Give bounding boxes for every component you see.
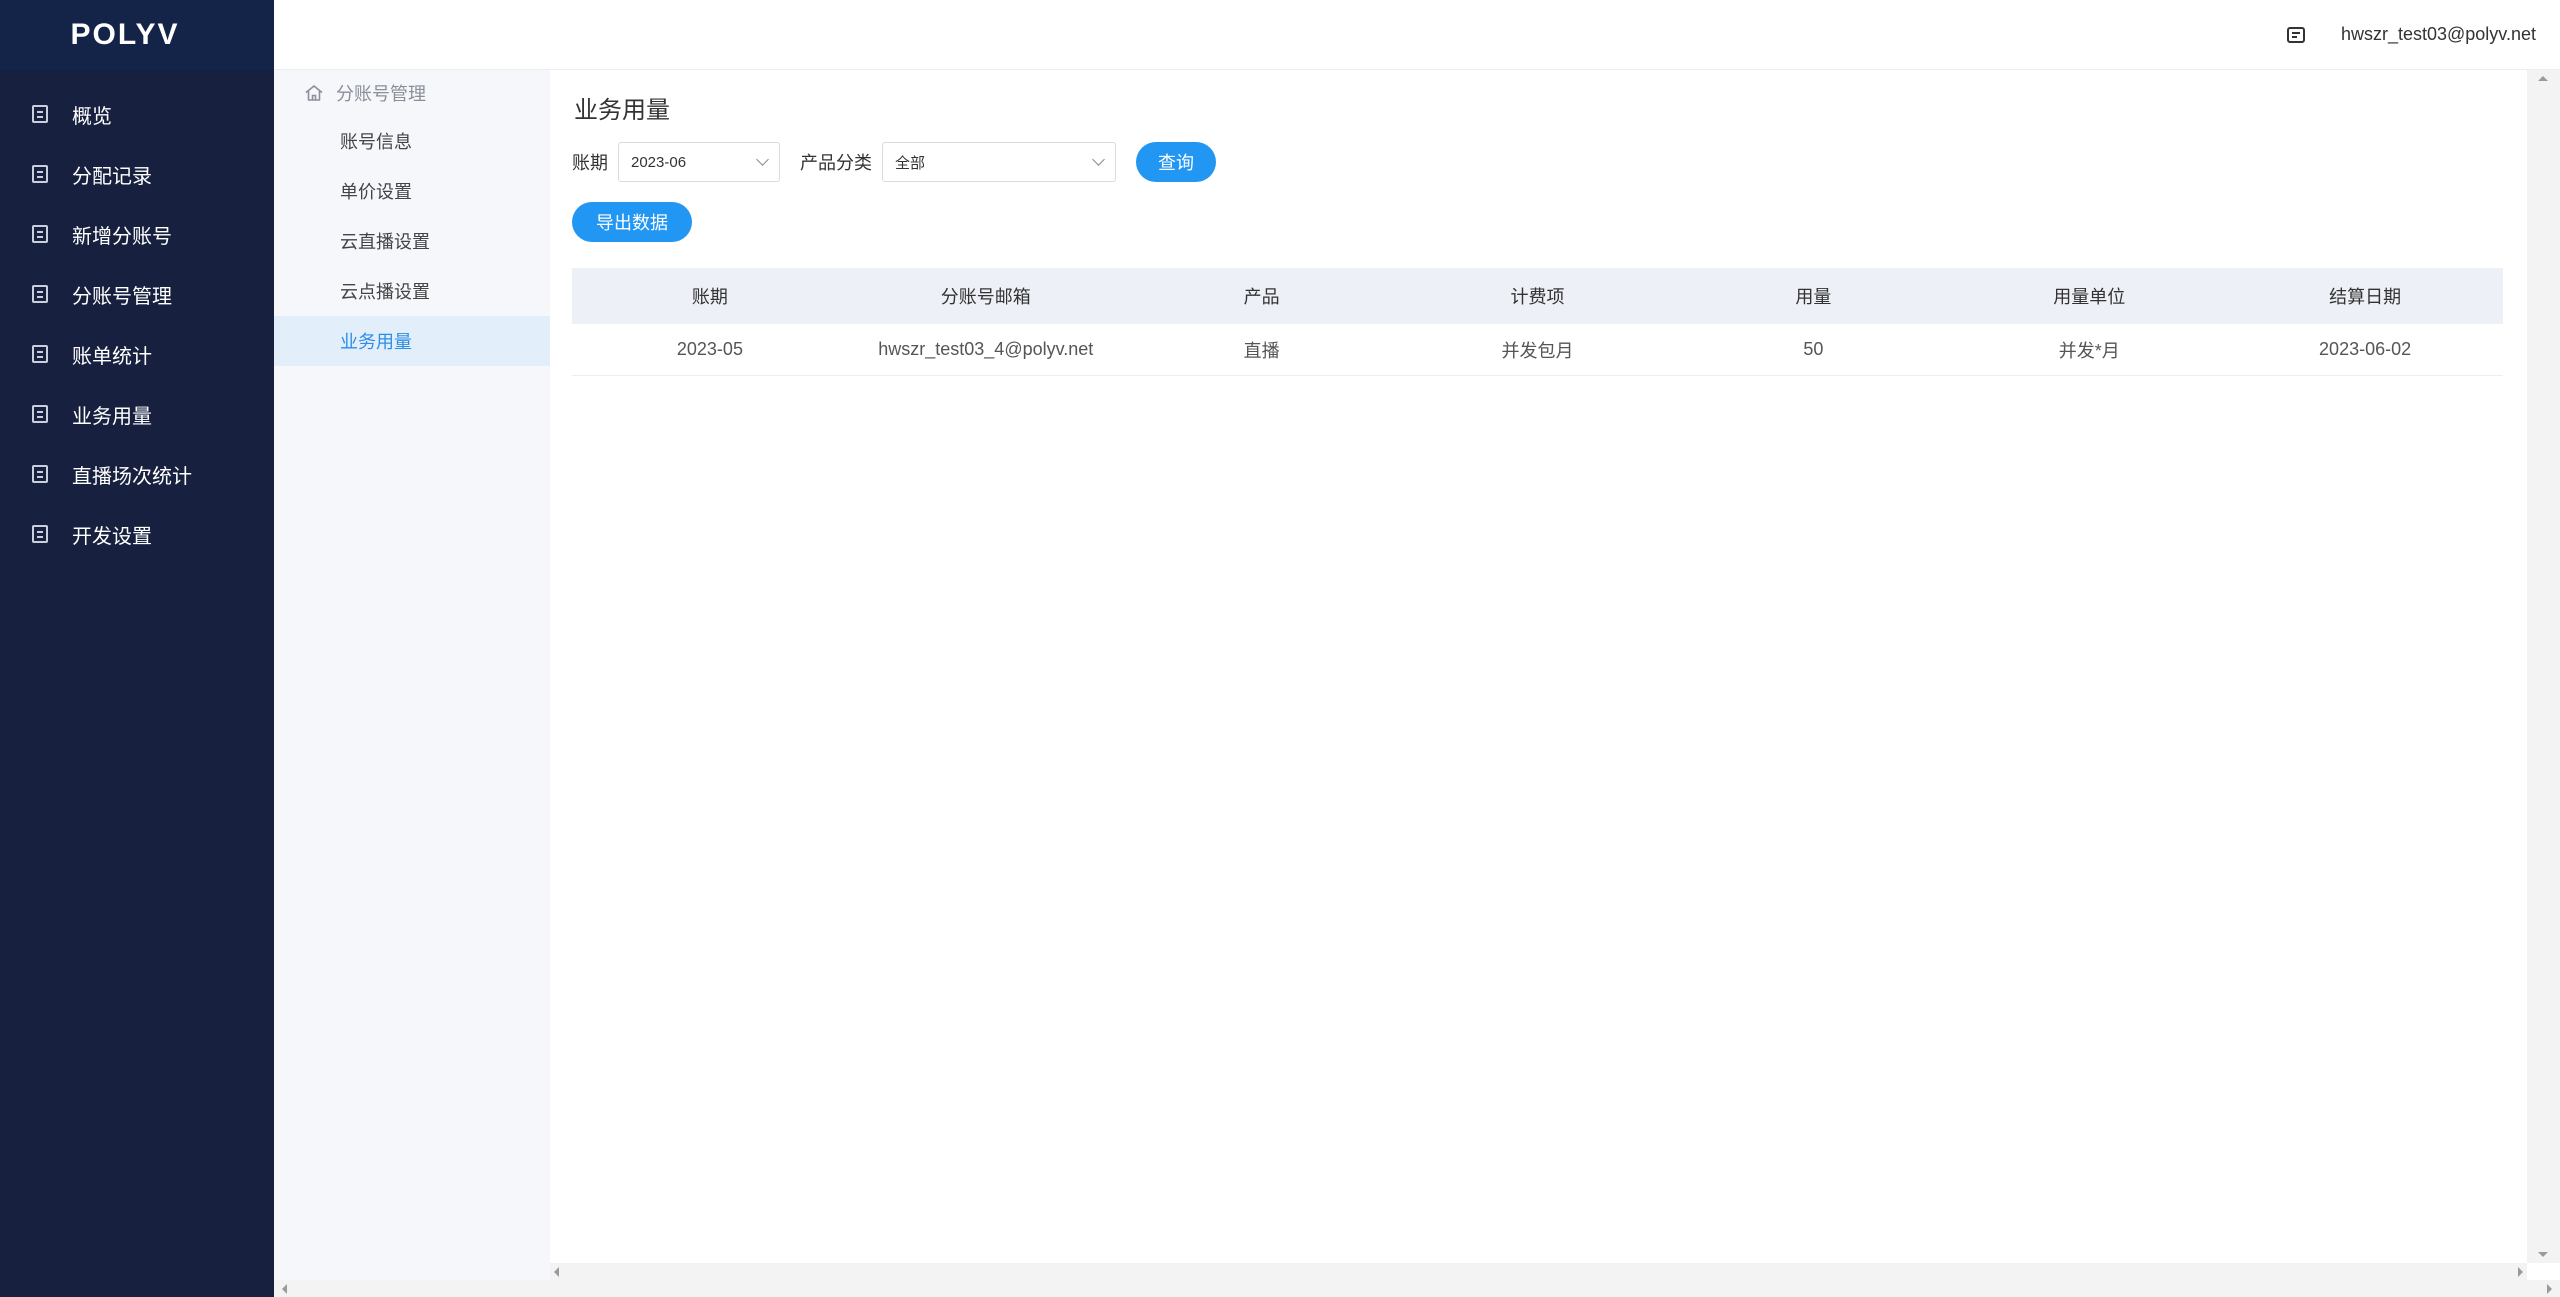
subnav-title: 分账号管理 bbox=[336, 84, 426, 104]
scroll-left-icon[interactable] bbox=[554, 1267, 559, 1277]
query-button[interactable]: 查询 bbox=[1136, 142, 1216, 182]
chevron-down-icon bbox=[756, 153, 769, 166]
category-label: 产品分类 bbox=[800, 153, 872, 173]
column-header: 结算日期 bbox=[2329, 287, 2402, 307]
document-icon bbox=[32, 165, 48, 183]
table-row: 2023-05 hwszr_test03_4@polyv.net 直播 并发包月… bbox=[572, 324, 2503, 376]
scroll-down-icon[interactable] bbox=[2538, 1252, 2548, 1257]
sidebar-item-developer-settings[interactable]: 开发设置 bbox=[0, 504, 274, 564]
message-icon[interactable] bbox=[2286, 26, 2305, 43]
sidebar-item-allocation-records[interactable]: 分配记录 bbox=[0, 144, 274, 204]
vertical-scrollbar[interactable] bbox=[2527, 70, 2560, 1263]
sidebar-item-live-session-statistics[interactable]: 直播场次统计 bbox=[0, 444, 274, 504]
page-horizontal-scrollbar[interactable] bbox=[274, 1280, 2560, 1297]
category-select[interactable]: 全部 bbox=[882, 142, 1116, 182]
sidebar-item-label: 分账号管理 bbox=[72, 285, 172, 308]
subnav-item-price-settings[interactable]: 单价设置 bbox=[274, 166, 550, 216]
scroll-left-icon[interactable] bbox=[282, 1284, 287, 1294]
document-icon bbox=[32, 525, 48, 543]
chevron-down-icon bbox=[1092, 153, 1105, 166]
sidebar-item-label: 业务用量 bbox=[72, 405, 152, 428]
subnav-item-business-usage[interactable]: 业务用量 bbox=[274, 316, 550, 366]
column-header: 用量单位 bbox=[2053, 287, 2126, 307]
table-cell: hwszr_test03_4@polyv.net bbox=[878, 339, 1094, 359]
document-icon bbox=[32, 465, 48, 483]
column-header: 产品 bbox=[1243, 287, 1280, 307]
table-cell: 2023-06-02 bbox=[2319, 339, 2412, 359]
document-icon bbox=[32, 285, 48, 303]
main-content: 业务用量 账期 2023-06 产品分类 全部 查询 导出数据 账期 分账号邮箱… bbox=[550, 70, 2527, 1263]
sidebar-item-label: 账单统计 bbox=[72, 345, 152, 368]
scroll-right-icon[interactable] bbox=[2547, 1284, 2552, 1294]
category-select-value: 全部 bbox=[895, 154, 926, 172]
sidebar-item-bill-statistics[interactable]: 账单统计 bbox=[0, 324, 274, 384]
user-email[interactable]: hwszr_test03@polyv.net bbox=[2341, 24, 2536, 45]
horizontal-scrollbar[interactable] bbox=[550, 1263, 2527, 1280]
usage-table: 账期 分账号邮箱 产品 计费项 用量 用量单位 结算日期 2023-05 hws… bbox=[572, 268, 2503, 376]
polyv-logo[interactable]: POLYV bbox=[0, 0, 274, 70]
export-data-button[interactable]: 导出数据 bbox=[572, 202, 692, 242]
document-icon bbox=[32, 225, 48, 243]
top-header: hwszr_test03@polyv.net bbox=[274, 0, 2560, 70]
sidebar-item-label: 直播场次统计 bbox=[72, 465, 192, 488]
period-select[interactable]: 2023-06 bbox=[618, 142, 780, 182]
sidebar-item-add-sub-account[interactable]: 新增分账号 bbox=[0, 204, 274, 264]
subnav-item-account-info[interactable]: 账号信息 bbox=[274, 116, 550, 166]
table-header: 账期 分账号邮箱 产品 计费项 用量 用量单位 结算日期 bbox=[572, 268, 2503, 324]
table-cell: 2023-05 bbox=[676, 339, 743, 359]
column-header: 账期 bbox=[691, 287, 728, 307]
period-label: 账期 bbox=[572, 153, 608, 173]
column-header: 分账号邮箱 bbox=[940, 287, 1031, 307]
document-icon bbox=[32, 405, 48, 423]
page-title: 业务用量 bbox=[574, 97, 670, 124]
sidebar-item-business-usage[interactable]: 业务用量 bbox=[0, 384, 274, 444]
scroll-right-icon[interactable] bbox=[2518, 1267, 2523, 1277]
home-icon bbox=[305, 85, 323, 101]
sidebar-item-label: 开发设置 bbox=[72, 525, 152, 548]
table-cell: 并发包月 bbox=[1501, 340, 1574, 361]
document-icon bbox=[32, 105, 48, 123]
filter-row: 账期 2023-06 产品分类 全部 查询 bbox=[572, 142, 1216, 182]
table-cell: 直播 bbox=[1243, 340, 1280, 361]
subnav-item-cloud-vod-settings[interactable]: 云点播设置 bbox=[274, 266, 550, 316]
subnav-item-cloud-live-settings[interactable]: 云直播设置 bbox=[274, 216, 550, 266]
sidebar-item-label: 概览 bbox=[72, 105, 112, 128]
sidebar-item-label: 分配记录 bbox=[72, 165, 152, 188]
sidebar-item-sub-account-management[interactable]: 分账号管理 bbox=[0, 264, 274, 324]
scroll-up-icon[interactable] bbox=[2538, 76, 2548, 81]
sidebar-item-label: 新增分账号 bbox=[72, 225, 172, 248]
sidebar-item-overview[interactable]: 概览 bbox=[0, 84, 274, 144]
table-cell: 并发*月 bbox=[2058, 340, 2120, 361]
sub-sidebar: 分账号管理 账号信息 单价设置 云直播设置 云点播设置 业务用量 bbox=[274, 70, 550, 1280]
main-sidebar: POLYV 概览 分配记录 新增分账号 分账号管理 账单统计 业务用量 直播场次… bbox=[0, 0, 274, 1297]
table-cell: 50 bbox=[1803, 339, 1824, 359]
column-header: 用量 bbox=[1795, 287, 1832, 307]
period-select-value: 2023-06 bbox=[631, 153, 687, 171]
column-header: 计费项 bbox=[1510, 287, 1565, 307]
document-icon bbox=[32, 345, 48, 363]
subnav-breadcrumb[interactable]: 分账号管理 bbox=[274, 70, 550, 116]
